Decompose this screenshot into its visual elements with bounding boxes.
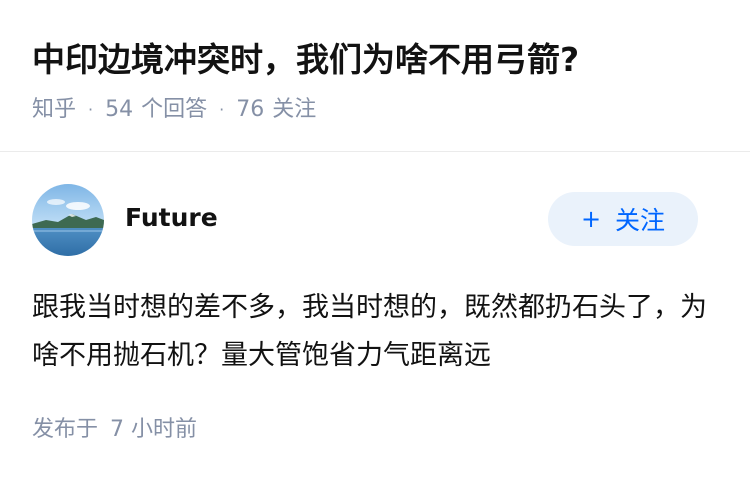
avatar[interactable] [32, 184, 104, 256]
post-time: 发布于 7 小时前 [32, 414, 197, 446]
follow-button[interactable]: + 关注 [548, 192, 698, 246]
author-name[interactable]: Future [125, 200, 218, 236]
divider [0, 151, 750, 152]
follow-count: 76 [236, 97, 265, 122]
plus-icon: + [580, 205, 602, 233]
separator-dot: · [219, 100, 225, 119]
answer-content[interactable]: 跟我当时想的差不多，我当时想的，既然都扔石头了，为啥不用抛石机？量大管饱省力气距… [32, 284, 722, 380]
posted-label: 发布于 [32, 417, 99, 442]
question-meta: 知乎 · 54 个回答 · 76 关注 [32, 94, 316, 126]
source-label[interactable]: 知乎 [32, 94, 76, 126]
follow-count-label: 关注 [272, 97, 317, 122]
question-title[interactable]: 中印边境冲突时，我们为啥不用弓箭? [32, 36, 579, 84]
question-header: 中印边境冲突时，我们为啥不用弓箭? 知乎 · 54 个回答 · 76 关注 [0, 0, 750, 152]
answer-count: 54 [105, 97, 134, 122]
separator-dot: · [88, 100, 94, 119]
follow-button-label: 关注 [615, 206, 666, 235]
author-row: Future + 关注 [0, 180, 750, 260]
avatar-image [32, 184, 104, 256]
posted-time: 7 小时前 [110, 417, 198, 442]
answer-count-label: 个回答 [141, 97, 208, 122]
zhihu-answer-card: 中印边境冲突时，我们为啥不用弓箭? 知乎 · 54 个回答 · 76 关注 Fu… [0, 0, 750, 482]
